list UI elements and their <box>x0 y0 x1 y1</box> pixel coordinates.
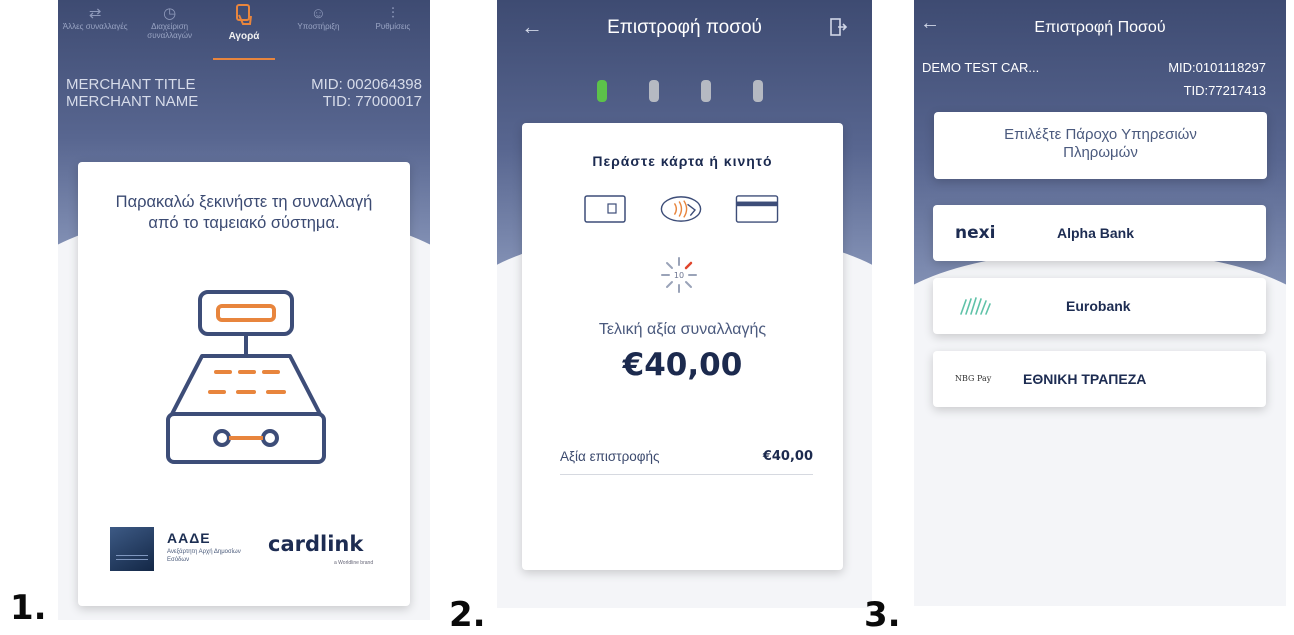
bank-name: Eurobank <box>1066 298 1131 314</box>
payment-methods <box>584 193 784 229</box>
progress-step-active <box>597 80 607 102</box>
merchant-tid: TID: 77000017 <box>322 93 422 110</box>
refund-value: €40,00 <box>762 449 813 464</box>
select-provider-text: Επιλέξτε Πάροχο Υπηρεσιών Πληρωμών <box>1004 126 1197 161</box>
screen-select-provider: ← Επιστροφή Ποσού DEMO TEST CAR... MID:0… <box>914 0 1286 606</box>
magstripe-card-icon <box>735 195 779 223</box>
tab-label: Υποστήριξη <box>297 22 340 31</box>
hand-card-icon <box>235 4 253 28</box>
aade-subtitle: Ανεξάρτητη Αρχή Δημοσίων Εσόδων <box>167 549 241 563</box>
partner-logos: ΑΑΔΕ Ανεξάρτητη Αρχή Δημοσίων Εσόδων car… <box>110 524 390 574</box>
merchant-mid: MID: 002064398 <box>311 76 422 93</box>
aade-logo <box>110 527 154 571</box>
present-card-prompt: Περάστε κάρτα ή κινητό <box>592 153 773 169</box>
final-amount: €40,00 <box>622 347 743 383</box>
progress-indicator <box>597 80 763 102</box>
merchant-row-1: MERCHANT TITLE MID: 002064398 <box>66 76 422 93</box>
nbg-pay-logo: NBG Pay <box>955 374 992 383</box>
bank-option-alpha[interactable]: nexi Alpha Bank <box>933 205 1266 261</box>
clock-icon: ◷ <box>163 5 177 22</box>
cardlink-logo: cardlink <box>268 532 364 556</box>
contactless-icon <box>660 196 702 222</box>
top-bar: ← Επιστροφή ποσού <box>497 0 872 62</box>
tab-label: Αγορά <box>228 31 260 42</box>
top-bar: ← Επιστροφή Ποσού <box>914 0 1286 62</box>
tab-support[interactable]: ☺ Υποστήριξη <box>281 0 355 66</box>
settings-sliders-icon: ⫶ <box>390 5 395 22</box>
support-icon: ☺ <box>310 5 327 22</box>
refund-row: Αξία επιστροφής €40,00 <box>560 449 813 475</box>
select-provider-heading: Επιλέξτε Πάροχο Υπηρεσιών Πληρωμών <box>934 112 1267 179</box>
top-tab-bar: ⇄ Άλλες συναλλαγές ◷ Διαχείριση συναλλαγ… <box>58 0 430 66</box>
tab-label: Διαχείριση συναλλαγών <box>147 22 192 40</box>
exchange-icon: ⇄ <box>88 5 102 22</box>
bank-name: Alpha Bank <box>1057 225 1135 241</box>
payment-card: Περάστε κάρτα ή κινητό 10 Τελική αξία συ… <box>522 123 843 570</box>
bank-option-nbg[interactable]: NBG Pay ΕΘΝΙΚΗ ΤΡΑΠΕΖΑ <box>933 351 1266 407</box>
screen-purchase: ⇄ Άλλες συναλλαγές ◷ Διαχείριση συναλλαγ… <box>58 0 430 620</box>
progress-step <box>753 80 763 102</box>
eurobank-logo <box>960 297 991 315</box>
screen-refund-card: ← Επιστροφή ποσού Περάστε κάρτα ή κινητό <box>497 0 872 608</box>
tab-label: Άλλες συναλλαγές <box>62 22 128 31</box>
start-transaction-prompt: Παρακαλώ ξεκινήστε τη συναλλαγή από το τ… <box>88 192 400 234</box>
nexi-logo: nexi <box>955 223 996 243</box>
tab-settings[interactable]: ⫶ Ρυθμίσεις <box>356 0 430 66</box>
merchant-name: DEMO TEST CAR... <box>922 60 1040 75</box>
tab-purchase[interactable]: Αγορά <box>207 0 281 66</box>
progress-step <box>649 80 659 102</box>
aade-title: ΑΑΔΕ <box>167 530 211 546</box>
final-amount-label: Τελική αξία συναλλαγής <box>598 321 767 338</box>
merchant-name: MERCHANT NAME <box>66 93 199 110</box>
chip-card-icon <box>584 195 626 223</box>
tab-transaction-management[interactable]: ◷ Διαχείριση συναλλαγών <box>132 0 206 66</box>
merchant-mid: MID:0101118297 <box>1168 60 1266 75</box>
progress-step <box>701 80 711 102</box>
merchant-row-2: MERCHANT NAME TID: 77000017 <box>66 93 422 110</box>
bank-name: ΕΘΝΙΚΗ ΤΡΑΠΕΖΑ <box>1023 371 1147 387</box>
tab-label: Ρυθμίσεις <box>375 22 411 31</box>
step-number-1: 1. <box>10 588 47 628</box>
bank-option-eurobank[interactable]: Eurobank <box>933 278 1266 334</box>
prompt-line: Παρακαλώ ξεκινήστε τη συναλλαγή <box>115 193 373 211</box>
exit-icon[interactable] <box>828 17 848 42</box>
countdown-spinner-icon: 10 <box>661 257 697 293</box>
page-title: Επιστροφή Ποσού <box>1034 19 1166 36</box>
merchant-tid: TID:77217413 <box>1183 83 1266 98</box>
page-title: Επιστροφή ποσού <box>607 17 762 38</box>
cardlink-subtitle: a Worldline brand <box>334 560 374 566</box>
tab-other-transactions[interactable]: ⇄ Άλλες συναλλαγές <box>58 0 132 66</box>
merchant-title: MERCHANT TITLE <box>66 76 196 93</box>
instruction-card: Παρακαλώ ξεκινήστε τη συναλλαγή από το τ… <box>78 162 410 606</box>
step-number-2: 2. <box>449 595 486 635</box>
refund-label: Αξία επιστροφής <box>560 449 660 464</box>
prompt-line: από το ταμειακό σύστημα. <box>148 214 340 232</box>
step-number-3: 3. <box>864 595 901 635</box>
countdown-timer: 10 <box>674 271 684 280</box>
cash-register-icon <box>166 290 326 464</box>
